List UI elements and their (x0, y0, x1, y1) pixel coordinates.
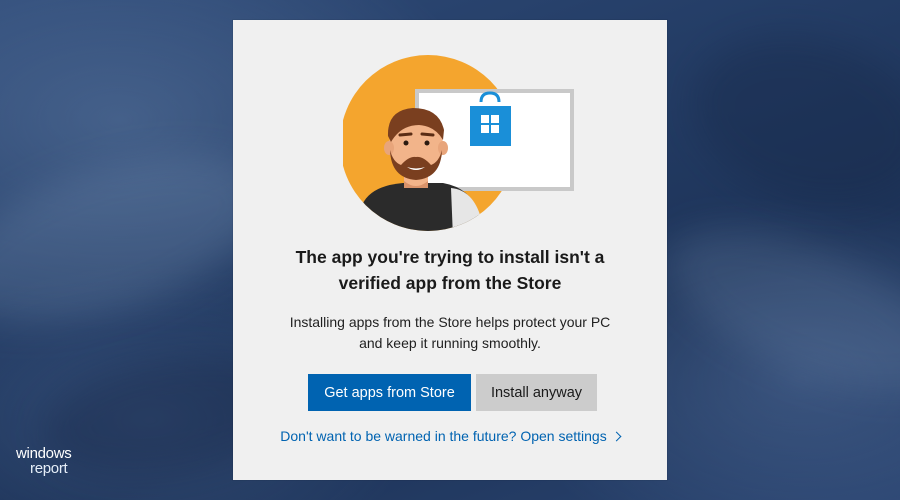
background-fold (673, 11, 900, 229)
logo-line-report: report (30, 460, 68, 477)
get-apps-from-store-button[interactable]: Get apps from Store (308, 374, 471, 411)
install-anyway-button[interactable]: Install anyway (476, 374, 597, 411)
dialog-title-line: verified app from the Store (338, 273, 562, 293)
store-illustration (343, 55, 574, 231)
background-fold (648, 198, 900, 422)
open-settings-link-label: Don't want to be warned in the future? O… (280, 428, 607, 444)
dialog-title: The app you're trying to install isn't a… (253, 244, 647, 296)
install-warning-dialog: The app you're trying to install isn't a… (233, 20, 667, 480)
dialog-description-line: and keep it running smoothly. (359, 335, 541, 351)
logo-line-windows: windows (16, 445, 72, 462)
dialog-description: Installing apps from the Store helps pro… (253, 312, 647, 354)
dialog-title-line: The app you're trying to install isn't a (295, 247, 605, 267)
dialog-description-line: Installing apps from the Store helps pro… (289, 314, 611, 330)
windows-report-logo: windows report (16, 446, 96, 476)
chevron-right-icon (611, 431, 622, 442)
open-settings-link[interactable]: Don't want to be warned in the future? O… (253, 426, 647, 446)
